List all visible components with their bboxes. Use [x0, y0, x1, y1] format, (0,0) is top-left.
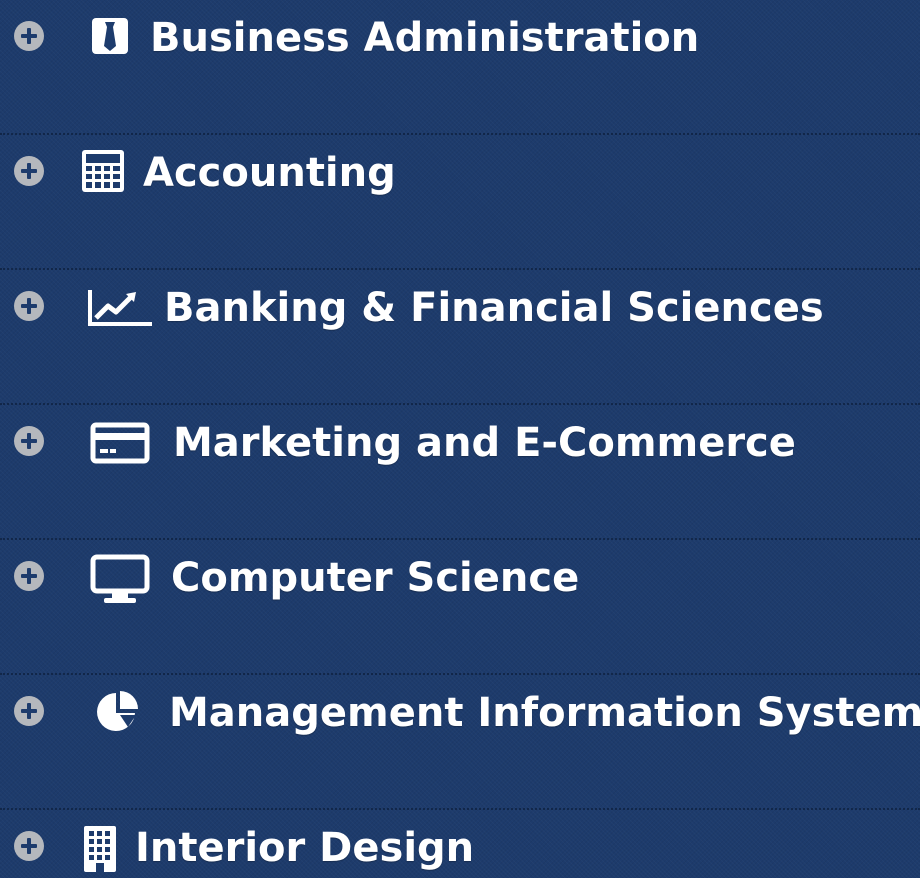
menu-item-label: Accounting — [143, 150, 396, 196]
expand-plus-icon[interactable] — [14, 831, 44, 861]
menu-item-label: Interior Design — [135, 825, 475, 871]
menu-item-marketing-e-commerce[interactable]: Marketing and E-Commerce — [0, 405, 920, 540]
expand-plus-icon[interactable] — [14, 561, 44, 591]
menu-item-banking-financial-sciences[interactable]: Banking & Financial Sciences — [0, 270, 920, 405]
menu-item-label: Business Administration — [150, 15, 700, 61]
credit-card-icon — [90, 421, 150, 465]
menu-item-label: Computer Science — [171, 555, 580, 601]
menu-item-label: Marketing and E-Commerce — [173, 420, 796, 466]
menu-item-management-information-system[interactable]: Management Information System — [0, 675, 920, 810]
expand-plus-icon[interactable] — [14, 291, 44, 321]
menu-item-label: Management Information System — [169, 690, 920, 736]
menu-item-label: Banking & Financial Sciences — [164, 285, 824, 331]
pie-chart-icon — [94, 689, 144, 735]
expand-plus-icon[interactable] — [14, 156, 44, 186]
category-menu: Business Administration Accounting Banki… — [0, 0, 920, 878]
building-icon — [82, 824, 118, 874]
menu-item-interior-design[interactable]: Interior Design — [0, 810, 920, 878]
expand-plus-icon[interactable] — [14, 426, 44, 456]
line-chart-icon — [86, 288, 156, 328]
calculator-icon — [80, 149, 126, 193]
tie-icon — [90, 16, 130, 56]
monitor-icon — [90, 554, 150, 604]
menu-item-business-administration[interactable]: Business Administration — [0, 0, 920, 135]
expand-plus-icon[interactable] — [14, 696, 44, 726]
menu-item-computer-science[interactable]: Computer Science — [0, 540, 920, 675]
expand-plus-icon[interactable] — [14, 21, 44, 51]
menu-item-accounting[interactable]: Accounting — [0, 135, 920, 270]
